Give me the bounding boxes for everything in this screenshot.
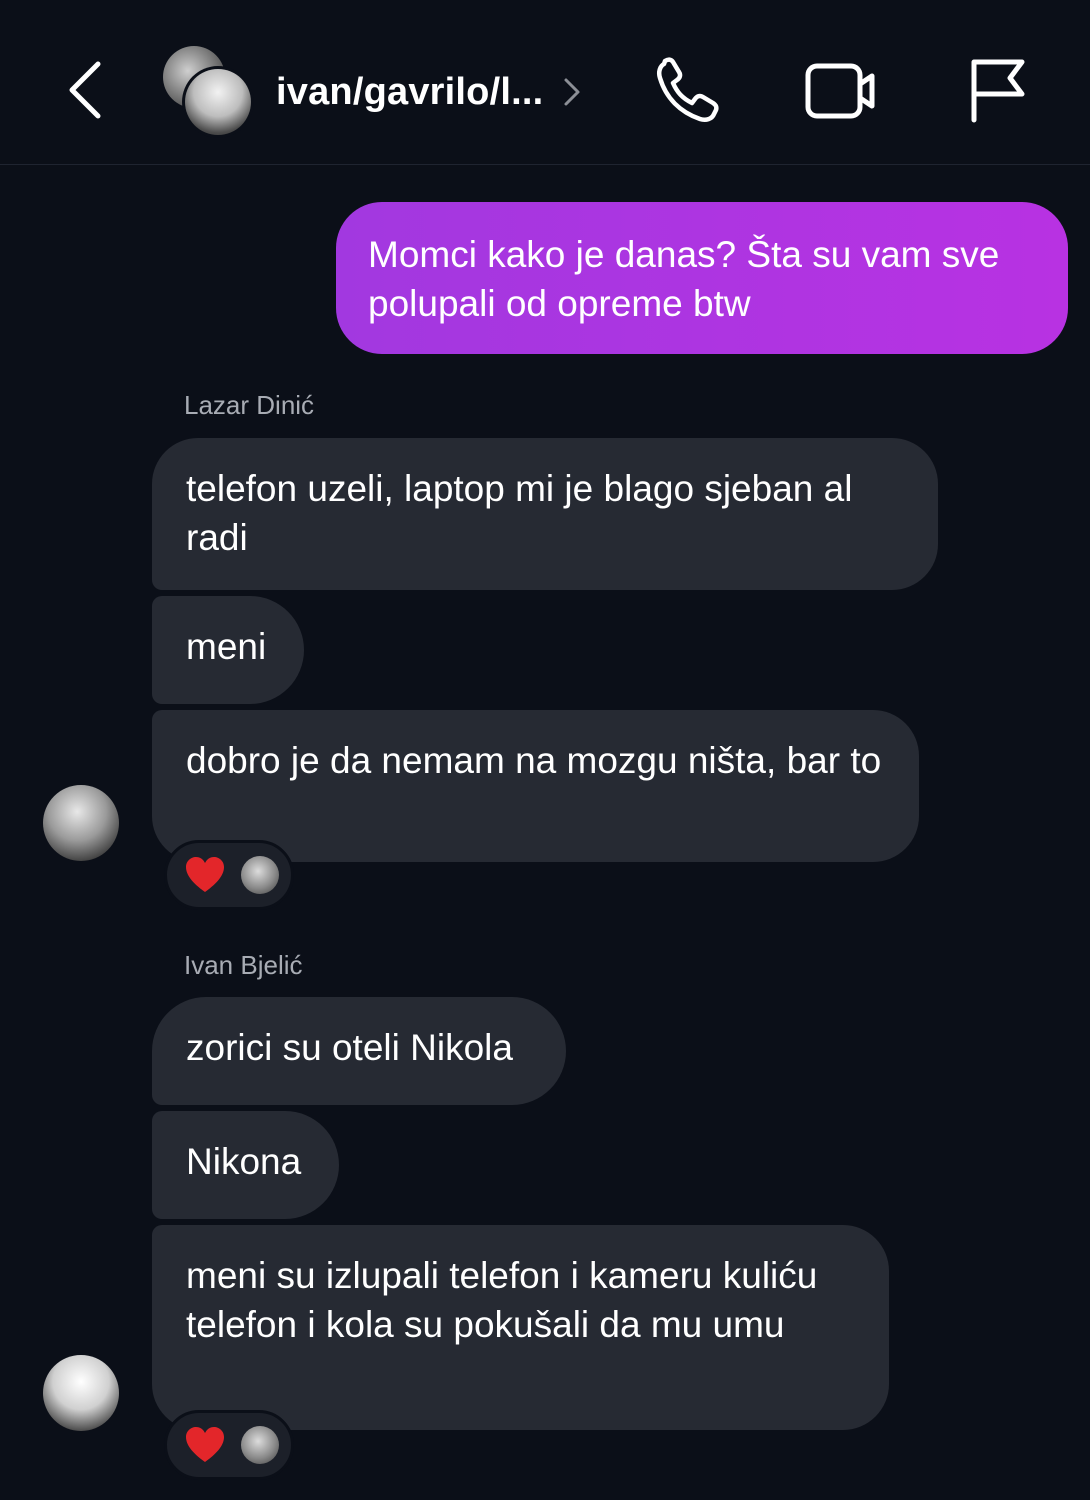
incoming-message-text: zorici su oteli Nikola <box>186 1027 513 1068</box>
chat-header: ivan/gavrilo/l... <box>0 0 1090 165</box>
outgoing-message-text: Momci kako je danas? Šta su vam sve polu… <box>368 234 1000 324</box>
group-avatar-front <box>182 66 254 138</box>
sender-name-ivan: Ivan Bjelić <box>184 950 303 980</box>
video-camera-icon <box>805 63 875 119</box>
message-reactions[interactable] <box>164 1410 294 1480</box>
heart-emoji-icon <box>186 1427 224 1462</box>
phone-icon <box>656 57 719 123</box>
avatar-lazar[interactable] <box>43 785 119 861</box>
heart-emoji-icon <box>186 857 224 892</box>
incoming-message-text: telefon uzeli, laptop mi je blago sjeban… <box>186 468 853 558</box>
flag-icon <box>971 59 1025 123</box>
message-reactions[interactable] <box>164 840 294 910</box>
outgoing-message[interactable]: Momci kako je danas? Šta su vam sve polu… <box>336 202 1068 354</box>
incoming-message[interactable]: zorici su oteli Nikola <box>152 997 566 1105</box>
group-avatar[interactable] <box>160 44 256 138</box>
call-button[interactable] <box>650 56 730 126</box>
incoming-message-text: meni su izlupali telefon i kameru kuliću… <box>186 1255 818 1345</box>
incoming-message[interactable]: telefon uzeli, laptop mi je blago sjeban… <box>152 438 938 590</box>
reactor-avatar <box>241 1426 279 1464</box>
report-button[interactable] <box>958 56 1038 126</box>
chat-title-link[interactable]: ivan/gavrilo/l... <box>276 62 583 122</box>
incoming-message[interactable]: Nikona <box>152 1111 339 1219</box>
incoming-message[interactable]: dobro je da nemam na mozgu ništa, bar to <box>152 710 919 862</box>
sender-name-lazar: Lazar Dinić <box>184 390 315 420</box>
incoming-message-text: meni <box>186 626 267 667</box>
chat-title: ivan/gavrilo/l... <box>276 70 544 113</box>
incoming-message-text: dobro je da nemam na mozgu ništa, bar to <box>186 740 882 781</box>
chevron-right-icon <box>564 78 580 106</box>
incoming-message-text: Nikona <box>186 1141 302 1182</box>
incoming-message[interactable]: meni <box>152 596 304 704</box>
chevron-left-icon <box>69 61 101 119</box>
back-button[interactable] <box>60 56 120 126</box>
avatar-ivan[interactable] <box>43 1355 119 1431</box>
incoming-message[interactable]: meni su izlupali telefon i kameru kuliću… <box>152 1225 889 1430</box>
video-call-button[interactable] <box>800 56 880 126</box>
reactor-avatar <box>241 856 279 894</box>
